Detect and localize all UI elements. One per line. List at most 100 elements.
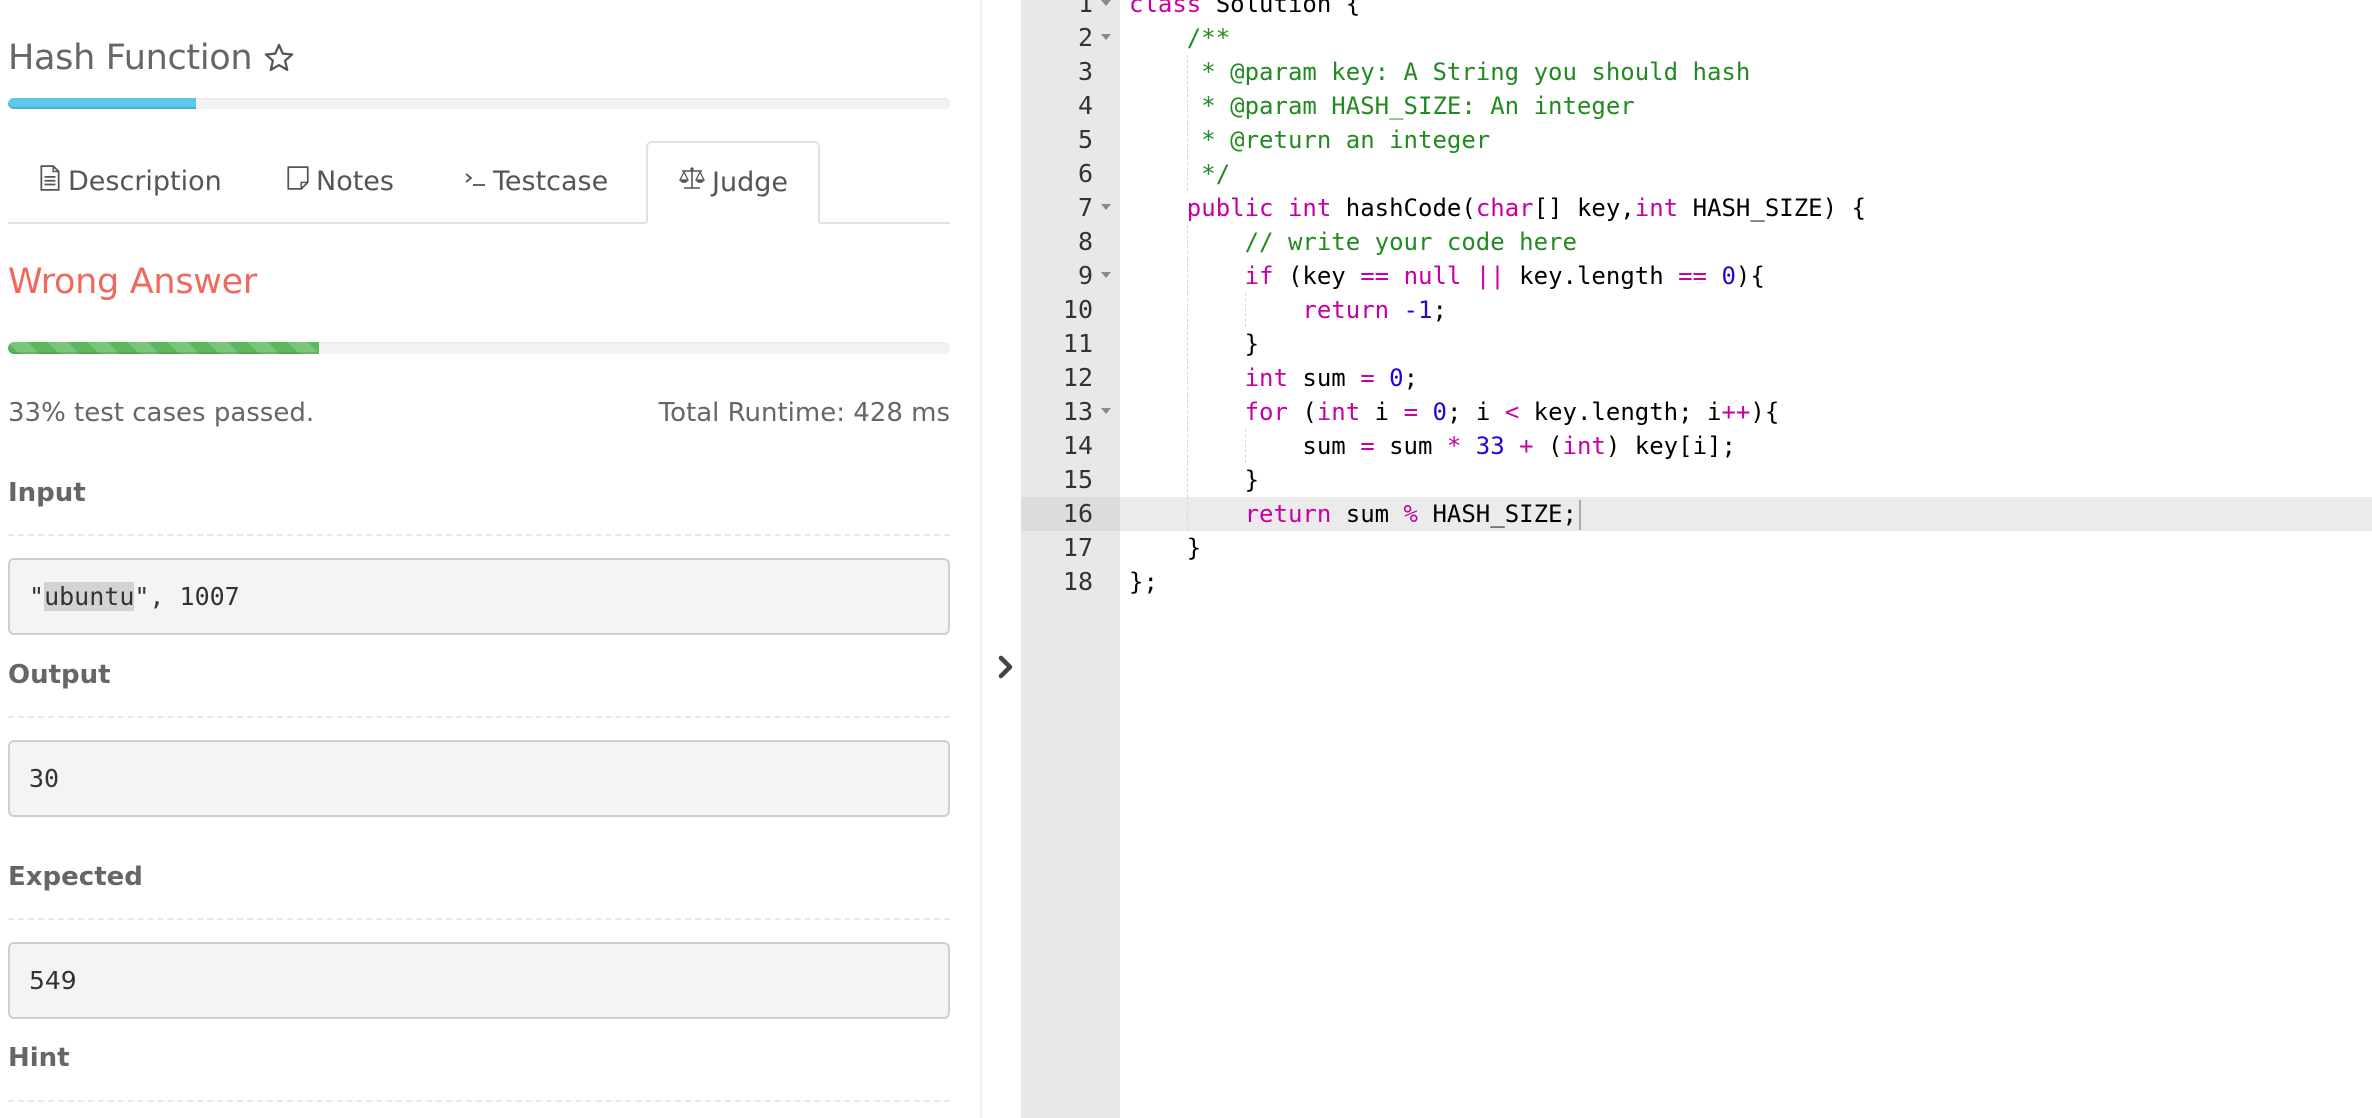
input-selected-text: ubuntu	[44, 582, 135, 611]
code-token: sum	[1331, 500, 1404, 528]
line-number: 9	[1077, 261, 1093, 290]
note-icon	[286, 165, 310, 198]
code-token: int	[1244, 364, 1288, 392]
code-line[interactable]: 17 }	[1021, 531, 2372, 565]
code-token: ){	[1750, 398, 1780, 426]
code-token: ==	[1678, 262, 1708, 290]
output-value-box[interactable]: 30	[8, 740, 950, 817]
code-token: i	[1360, 398, 1404, 426]
code-token: ;	[1432, 296, 1447, 324]
tab-testcase[interactable]: Testcase	[463, 141, 608, 222]
scale-icon	[678, 166, 706, 199]
code-token: HASH_SIZE) {	[1678, 194, 1866, 222]
code-token: return	[1244, 500, 1332, 528]
code-text: };	[1129, 565, 1158, 599]
code-line[interactable]: 2 /**	[1021, 21, 2372, 55]
fold-arrow-icon[interactable]	[1101, 272, 1111, 278]
code-line[interactable]: 8 // write your code here	[1021, 225, 2372, 259]
code-token: 0	[1389, 364, 1404, 392]
hint-divider	[8, 1100, 950, 1102]
code-token: }	[1129, 330, 1260, 358]
code-text: * @return an integer	[1129, 123, 1490, 157]
test-progress-fill	[8, 342, 319, 354]
input-value-box[interactable]: " ubuntu ", 1007	[8, 558, 950, 635]
code-token: hashCode(	[1331, 194, 1476, 222]
code-line[interactable]: 12 int sum = 0;	[1021, 361, 2372, 395]
input-label: Input	[8, 478, 86, 508]
code-line[interactable]: 4 * @param HASH_SIZE: An integer	[1021, 89, 2372, 123]
code-token: 33	[1475, 432, 1505, 460]
code-text: */	[1129, 157, 1230, 191]
code-line[interactable]: 1 class Solution {	[1021, 0, 2372, 21]
expected-divider	[8, 918, 950, 920]
tab-judge[interactable]: Judge	[646, 141, 820, 224]
code-line[interactable]: 16 return sum % HASH_SIZE;	[1021, 497, 2372, 531]
code-line[interactable]: 7 public int hashCode(char[] key,int HAS…	[1021, 191, 2372, 225]
code-line[interactable]: 9 if (key == null || key.length == 0){	[1021, 259, 2372, 293]
code-token: public	[1186, 194, 1274, 222]
code-lines[interactable]: 1 class Solution {2 /** 3 * @param key: A …	[1021, 0, 2372, 599]
code-token: Solution {	[1201, 0, 1361, 18]
tab-testcase-label: Testcase	[493, 166, 609, 197]
code-token: for	[1244, 398, 1288, 426]
line-number: 13	[1062, 397, 1093, 426]
fold-arrow-icon[interactable]	[1101, 34, 1111, 40]
line-number: 4	[1077, 91, 1093, 120]
panel-divider[interactable]	[980, 0, 1021, 1118]
input-prefix: "	[29, 582, 45, 611]
tab-description[interactable]: Description	[38, 141, 222, 222]
code-text: * @param HASH_SIZE: An integer	[1129, 89, 1634, 123]
code-token: /**	[1186, 24, 1231, 52]
expected-value-box[interactable]: 549	[8, 942, 950, 1019]
code-line[interactable]: 18};	[1021, 565, 2372, 599]
code-line[interactable]: 6 */	[1021, 157, 2372, 191]
code-line[interactable]: 11 }	[1021, 327, 2372, 361]
document-icon	[38, 165, 62, 198]
star-outline-icon[interactable]	[262, 41, 296, 75]
tab-notes-label: Notes	[316, 166, 394, 197]
output-label: Output	[8, 660, 111, 690]
code-text: /**	[1129, 21, 1230, 55]
code-token: };	[1129, 568, 1158, 596]
problem-progress-fill	[8, 98, 197, 109]
code-token: }	[1129, 466, 1260, 494]
code-line[interactable]: 5 * @return an integer	[1021, 123, 2372, 157]
code-token: =	[1403, 398, 1419, 426]
line-number: 8	[1077, 227, 1093, 256]
code-text: }	[1129, 327, 1259, 361]
fold-arrow-icon[interactable]	[1101, 0, 1111, 6]
problem-panel: Hash Function Description Notes Testcase	[0, 0, 980, 1118]
code-text: return sum % HASH_SIZE;	[1129, 497, 1581, 531]
code-token: int	[1562, 432, 1606, 460]
code-line[interactable]: 14 sum = sum * 33 + (int) key[i];	[1021, 429, 2372, 463]
fold-arrow-icon[interactable]	[1101, 204, 1111, 210]
code-line[interactable]: 15 }	[1021, 463, 2372, 497]
code-editor[interactable]: 1 class Solution {2 /** 3 * @param key: A …	[1021, 0, 2372, 1118]
code-line[interactable]: 13 for (int i = 0; i < key.length; i++){	[1021, 395, 2372, 429]
code-token: ; i	[1446, 398, 1505, 426]
code-token: *	[1446, 432, 1462, 460]
tab-notes[interactable]: Notes	[286, 141, 394, 222]
code-token: ) key[i];	[1605, 432, 1736, 460]
fold-arrow-icon[interactable]	[1101, 408, 1111, 414]
line-number: 3	[1077, 57, 1093, 86]
line-number: 6	[1077, 159, 1093, 188]
chevron-right-icon[interactable]	[994, 652, 1018, 682]
problem-title-row: Hash Function	[8, 38, 296, 78]
output-value: 30	[29, 764, 60, 793]
code-token: class	[1129, 0, 1202, 18]
code-token: // write your code here	[1244, 228, 1577, 256]
code-line[interactable]: 3 * @param key: A String you should hash	[1021, 55, 2372, 89]
code-line[interactable]: 10 return -1;	[1021, 293, 2372, 327]
verdict-text: Wrong Answer	[8, 262, 257, 302]
code-token: null	[1403, 262, 1462, 290]
code-token: */	[1201, 160, 1231, 188]
